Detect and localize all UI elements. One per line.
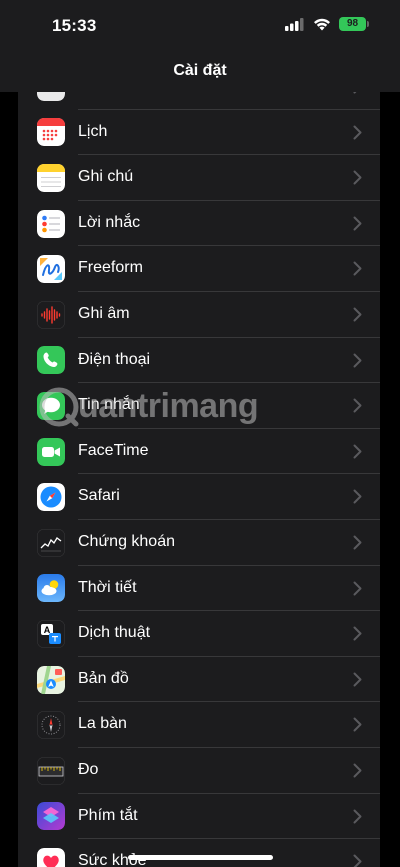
list-item-label: Chứng khoán	[78, 532, 175, 550]
chevron-right-icon	[353, 717, 362, 737]
page-title: Cài đặt	[173, 62, 227, 79]
phone-icon	[37, 346, 65, 375]
settings-item-shortcuts[interactable]: Phím tắt	[18, 794, 380, 840]
status-time: 15:33	[52, 16, 97, 35]
wifi-icon	[313, 17, 331, 31]
chevron-right-icon	[353, 854, 362, 867]
list-item-label: Lời nhắc	[78, 213, 141, 231]
settings-item-phone[interactable]: Điện thoại	[18, 338, 380, 384]
compass-icon	[37, 711, 65, 740]
chevron-right-icon	[353, 626, 362, 646]
settings-item-voice-memos[interactable]: Ghi âm	[18, 292, 380, 338]
battery-icon: 98	[339, 17, 369, 31]
nav-bar: Cài đặt	[0, 50, 400, 92]
safari-icon	[37, 483, 65, 512]
chevron-right-icon	[353, 170, 362, 190]
chevron-right-icon	[353, 398, 362, 418]
measure-icon	[37, 756, 65, 785]
partial-app-icon	[37, 92, 65, 101]
list-item-label: Freeform	[78, 259, 143, 277]
list-item-label: FaceTime	[78, 441, 149, 459]
settings-item-messages[interactable]: Tin nhắn	[18, 383, 380, 429]
settings-item-reminders[interactable]: Lời nhắc	[18, 201, 380, 247]
list-item-label: Dịch thuật	[78, 624, 151, 642]
cellular-signal-icon	[285, 17, 305, 31]
translate-icon: A	[37, 619, 65, 648]
chevron-right-icon	[353, 92, 362, 99]
health-icon	[37, 847, 65, 867]
chevron-right-icon	[353, 535, 362, 555]
list-item-label: Safari	[78, 487, 120, 505]
messages-icon	[37, 391, 65, 420]
list-item-label: Tin nhắn	[78, 396, 140, 414]
list-item-label: Ghi âm	[78, 304, 130, 322]
chevron-right-icon	[353, 809, 362, 829]
settings-item-translate[interactable]: A Dịch thuật	[18, 611, 380, 657]
chevron-right-icon	[353, 444, 362, 464]
maps-icon	[37, 665, 65, 694]
settings-item-compass[interactable]: La bàn	[18, 702, 380, 748]
list-item-label: Đo	[78, 760, 99, 778]
settings-item-facetime[interactable]: FaceTime	[18, 429, 380, 475]
settings-item-stocks[interactable]: Chứng khoán	[18, 520, 380, 566]
list-item-label: Lịch	[78, 122, 108, 140]
status-icons: 98	[285, 17, 369, 31]
settings-list-scroll[interactable]: Lịch Ghi chú Lời nhắc Freeform Ghi âm Đi…	[0, 92, 400, 867]
freeform-icon	[37, 255, 65, 284]
chevron-right-icon	[353, 763, 362, 783]
list-item-label: Thời tiết	[78, 578, 137, 596]
notes-icon	[37, 163, 65, 192]
chevron-right-icon	[353, 307, 362, 327]
stocks-icon	[37, 528, 65, 557]
shortcuts-icon	[37, 802, 65, 831]
settings-item-weather[interactable]: Thời tiết	[18, 566, 380, 612]
facetime-icon	[37, 437, 65, 466]
settings-item-freeform[interactable]: Freeform	[18, 246, 380, 292]
reminders-icon	[37, 209, 65, 238]
voice-memos-icon	[37, 300, 65, 329]
chevron-right-icon	[353, 581, 362, 601]
settings-item-notes[interactable]: Ghi chú	[18, 155, 380, 201]
settings-list: Lịch Ghi chú Lời nhắc Freeform Ghi âm Đi…	[18, 92, 380, 867]
weather-icon	[37, 574, 65, 603]
settings-item-health[interactable]: Sức khỏe	[18, 839, 380, 867]
list-item-partial[interactable]	[18, 92, 380, 110]
list-item-label: Bản đồ	[78, 669, 129, 687]
chevron-right-icon	[353, 261, 362, 281]
home-indicator[interactable]	[128, 855, 273, 860]
settings-item-calendar[interactable]: Lịch	[18, 110, 380, 156]
settings-item-safari[interactable]: Safari	[18, 474, 380, 520]
settings-item-measure[interactable]: Đo	[18, 748, 380, 794]
list-item-label: Ghi chú	[78, 168, 134, 186]
chevron-right-icon	[353, 216, 362, 236]
chevron-right-icon	[353, 125, 362, 145]
status-bar: 15:33 98	[0, 0, 400, 50]
chevron-right-icon	[353, 353, 362, 373]
list-item-label: Phím tắt	[78, 806, 138, 824]
chevron-right-icon	[353, 489, 362, 509]
list-item-label: Điện thoại	[78, 350, 151, 368]
settings-item-maps[interactable]: Bản đồ	[18, 657, 380, 703]
chevron-right-icon	[353, 672, 362, 692]
list-item-label: La bàn	[78, 715, 127, 733]
calendar-icon	[37, 118, 65, 147]
